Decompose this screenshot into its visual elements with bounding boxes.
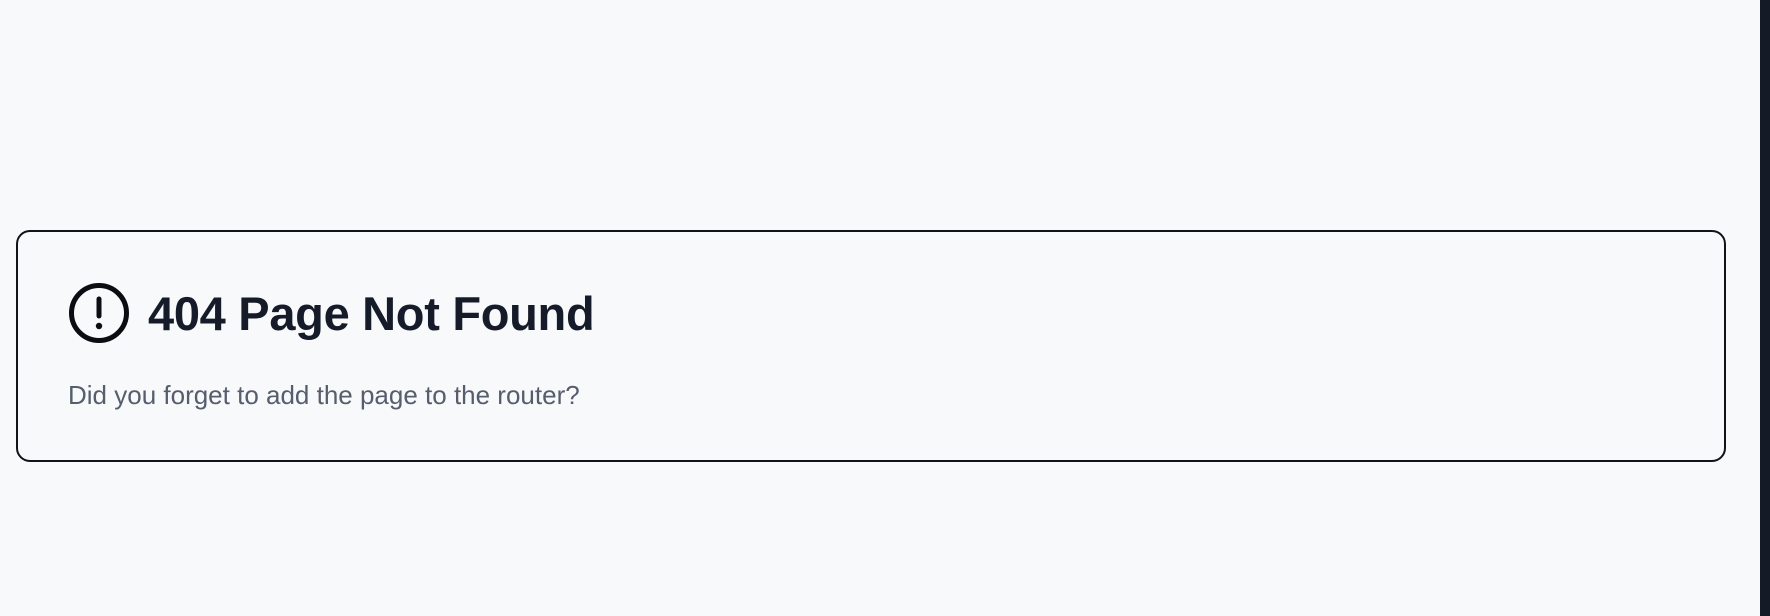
window-edge-bar — [1760, 0, 1770, 616]
error-message: Did you forget to add the page to the ro… — [68, 380, 580, 410]
card-header: 404 Page Not Found — [68, 282, 595, 344]
page-title: 404 Page Not Found — [148, 286, 595, 340]
page-root: { "not_found_card": { "icon": "alert-cir… — [0, 0, 1770, 616]
alert-circle-icon — [69, 283, 129, 343]
not-found-card: 404 Page Not Found Did you forget to add… — [16, 230, 1726, 462]
